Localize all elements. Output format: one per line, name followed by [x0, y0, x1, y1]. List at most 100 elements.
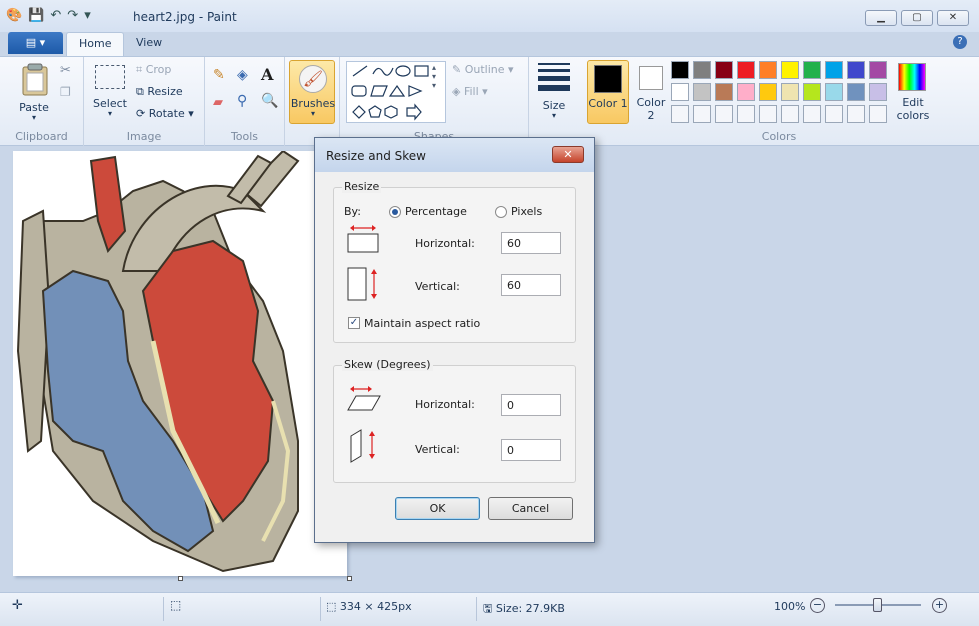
minimize-button[interactable]: ▁: [865, 10, 897, 26]
palette-color-swatch[interactable]: [825, 61, 843, 79]
paste-button[interactable]: Paste ▾: [14, 61, 54, 123]
palette-color-swatch[interactable]: [759, 61, 777, 79]
brushes-button[interactable]: 🖌 Brushes ▾: [289, 60, 335, 124]
outline-icon: ✎: [452, 63, 462, 76]
palette-color-swatch[interactable]: [803, 61, 821, 79]
disk-icon: 🖫: [483, 602, 493, 615]
custom-color-slot[interactable]: [671, 105, 689, 123]
palette-color-swatch[interactable]: [693, 61, 711, 79]
palette-color-swatch[interactable]: [693, 83, 711, 101]
zoom-slider[interactable]: [835, 598, 921, 612]
palette-color-swatch[interactable]: [781, 61, 799, 79]
image-dimensions: ⬚ 334 × 425px: [326, 600, 412, 613]
tab-home[interactable]: Home: [66, 32, 125, 56]
outline-button[interactable]: ✎ Outline ▾: [452, 63, 514, 76]
dialog-close-button[interactable]: ✕: [552, 146, 584, 163]
pixels-label[interactable]: Pixels: [511, 205, 542, 218]
maximize-button[interactable]: ▢: [901, 10, 933, 26]
skew-horizontal-icon: [347, 386, 381, 411]
tab-view[interactable]: View: [124, 32, 174, 56]
skew-vertical-label: Vertical:: [415, 443, 460, 456]
redo-icon[interactable]: ↷: [67, 8, 78, 23]
fill-button[interactable]: ◈ Fill ▾: [452, 85, 488, 98]
zoom-slider-thumb[interactable]: [873, 598, 882, 612]
resize-vertical-input[interactable]: 60: [501, 274, 561, 296]
custom-color-slot[interactable]: [847, 105, 865, 123]
chevron-down-icon: ▾: [551, 111, 556, 120]
color-picker-icon[interactable]: ⚲: [237, 93, 247, 109]
pixels-radio[interactable]: [495, 206, 507, 218]
edit-colors-button[interactable]: Edit colors: [893, 60, 933, 124]
copy-icon[interactable]: ❐: [60, 85, 71, 99]
chevron-down-icon: ▾: [310, 109, 315, 118]
ok-button[interactable]: OK: [395, 497, 480, 520]
skew-horizontal-input[interactable]: 0: [501, 394, 561, 416]
custom-color-slot[interactable]: [825, 105, 843, 123]
magnifier-icon[interactable]: 🔍: [261, 93, 278, 109]
palette-color-swatch[interactable]: [671, 61, 689, 79]
palette-color-swatch[interactable]: [847, 83, 865, 101]
maintain-aspect-label[interactable]: Maintain aspect ratio: [364, 317, 480, 330]
percentage-radio[interactable]: [389, 206, 401, 218]
palette-color-swatch[interactable]: [715, 61, 733, 79]
custom-color-slot[interactable]: [803, 105, 821, 123]
close-button[interactable]: ✕: [937, 10, 969, 26]
palette-color-swatch[interactable]: [825, 83, 843, 101]
title-bar: 🎨 💾 ↶ ↷ ▾ heart2.jpg - Paint ▁ ▢ ✕: [0, 0, 979, 32]
outline-label: Outline: [464, 63, 505, 76]
gallery-scroll-icon[interactable]: ▴ ▾ ▾: [432, 63, 436, 90]
palette-color-swatch[interactable]: [715, 83, 733, 101]
eraser-icon[interactable]: ▰: [213, 95, 223, 110]
palette-color-swatch[interactable]: [737, 83, 755, 101]
resize-legend: Resize: [342, 180, 382, 193]
drawing-canvas[interactable]: [13, 149, 347, 576]
fill-bucket-icon[interactable]: ◈: [237, 67, 248, 83]
select-button[interactable]: Select ▾: [92, 63, 128, 125]
palette-color-swatch[interactable]: [869, 61, 887, 79]
custom-color-slot[interactable]: [781, 105, 799, 123]
canvas-resize-handle-corner[interactable]: [347, 576, 352, 581]
selection-size-icon: ⬚: [170, 598, 182, 612]
shapes-group: ▴▾▾ ✎ Outline ▾ ◈ Fill ▾ Shapes: [340, 57, 529, 146]
text-icon[interactable]: A: [261, 65, 273, 84]
palette-color-swatch[interactable]: [869, 83, 887, 101]
custom-color-slot[interactable]: [869, 105, 887, 123]
maintain-aspect-checkbox[interactable]: ✓: [348, 317, 360, 329]
pencil-icon[interactable]: ✎: [213, 67, 225, 83]
custom-color-slot[interactable]: [759, 105, 777, 123]
colors-group: Color 1 Color 2 Edit colors Colors: [579, 57, 979, 146]
zoom-out-button[interactable]: −: [810, 598, 825, 613]
palette-color-swatch[interactable]: [671, 83, 689, 101]
palette-color-swatch[interactable]: [781, 83, 799, 101]
size-button[interactable]: Size ▾: [533, 61, 575, 123]
zoom-in-button[interactable]: +: [932, 598, 947, 613]
custom-color-slot[interactable]: [693, 105, 711, 123]
custom-color-slot[interactable]: [737, 105, 755, 123]
color2-button[interactable]: Color 2: [633, 60, 669, 124]
save-icon[interactable]: 💾: [28, 8, 44, 23]
skew-vertical-icon: [350, 429, 375, 463]
undo-icon[interactable]: ↶: [50, 8, 61, 23]
crop-button[interactable]: ⌗ Crop: [136, 63, 171, 77]
resize-horizontal-input[interactable]: 60: [501, 232, 561, 254]
cut-icon[interactable]: ✂: [60, 63, 71, 78]
percentage-label[interactable]: Percentage: [405, 205, 467, 218]
help-icon[interactable]: ?: [953, 35, 967, 49]
paint-app-icon[interactable]: 🎨: [6, 8, 22, 23]
resize-label: Resize: [147, 85, 183, 98]
canvas-resize-handle-bottom[interactable]: [178, 576, 183, 581]
file-menu-button[interactable]: ▤ ▾: [8, 32, 63, 54]
palette-color-swatch[interactable]: [759, 83, 777, 101]
resize-button[interactable]: ⧉ Resize: [136, 85, 183, 99]
custom-color-slot[interactable]: [715, 105, 733, 123]
size-group: Size ▾: [529, 57, 579, 146]
shapes-gallery[interactable]: [346, 61, 446, 123]
palette-color-swatch[interactable]: [737, 61, 755, 79]
cancel-button[interactable]: Cancel: [488, 497, 573, 520]
customize-qat-icon[interactable]: ▾: [84, 8, 91, 23]
rotate-button[interactable]: ⟳ Rotate ▾: [136, 107, 194, 120]
color1-button[interactable]: Color 1: [587, 60, 629, 124]
palette-color-swatch[interactable]: [847, 61, 865, 79]
skew-vertical-input[interactable]: 0: [501, 439, 561, 461]
palette-color-swatch[interactable]: [803, 83, 821, 101]
